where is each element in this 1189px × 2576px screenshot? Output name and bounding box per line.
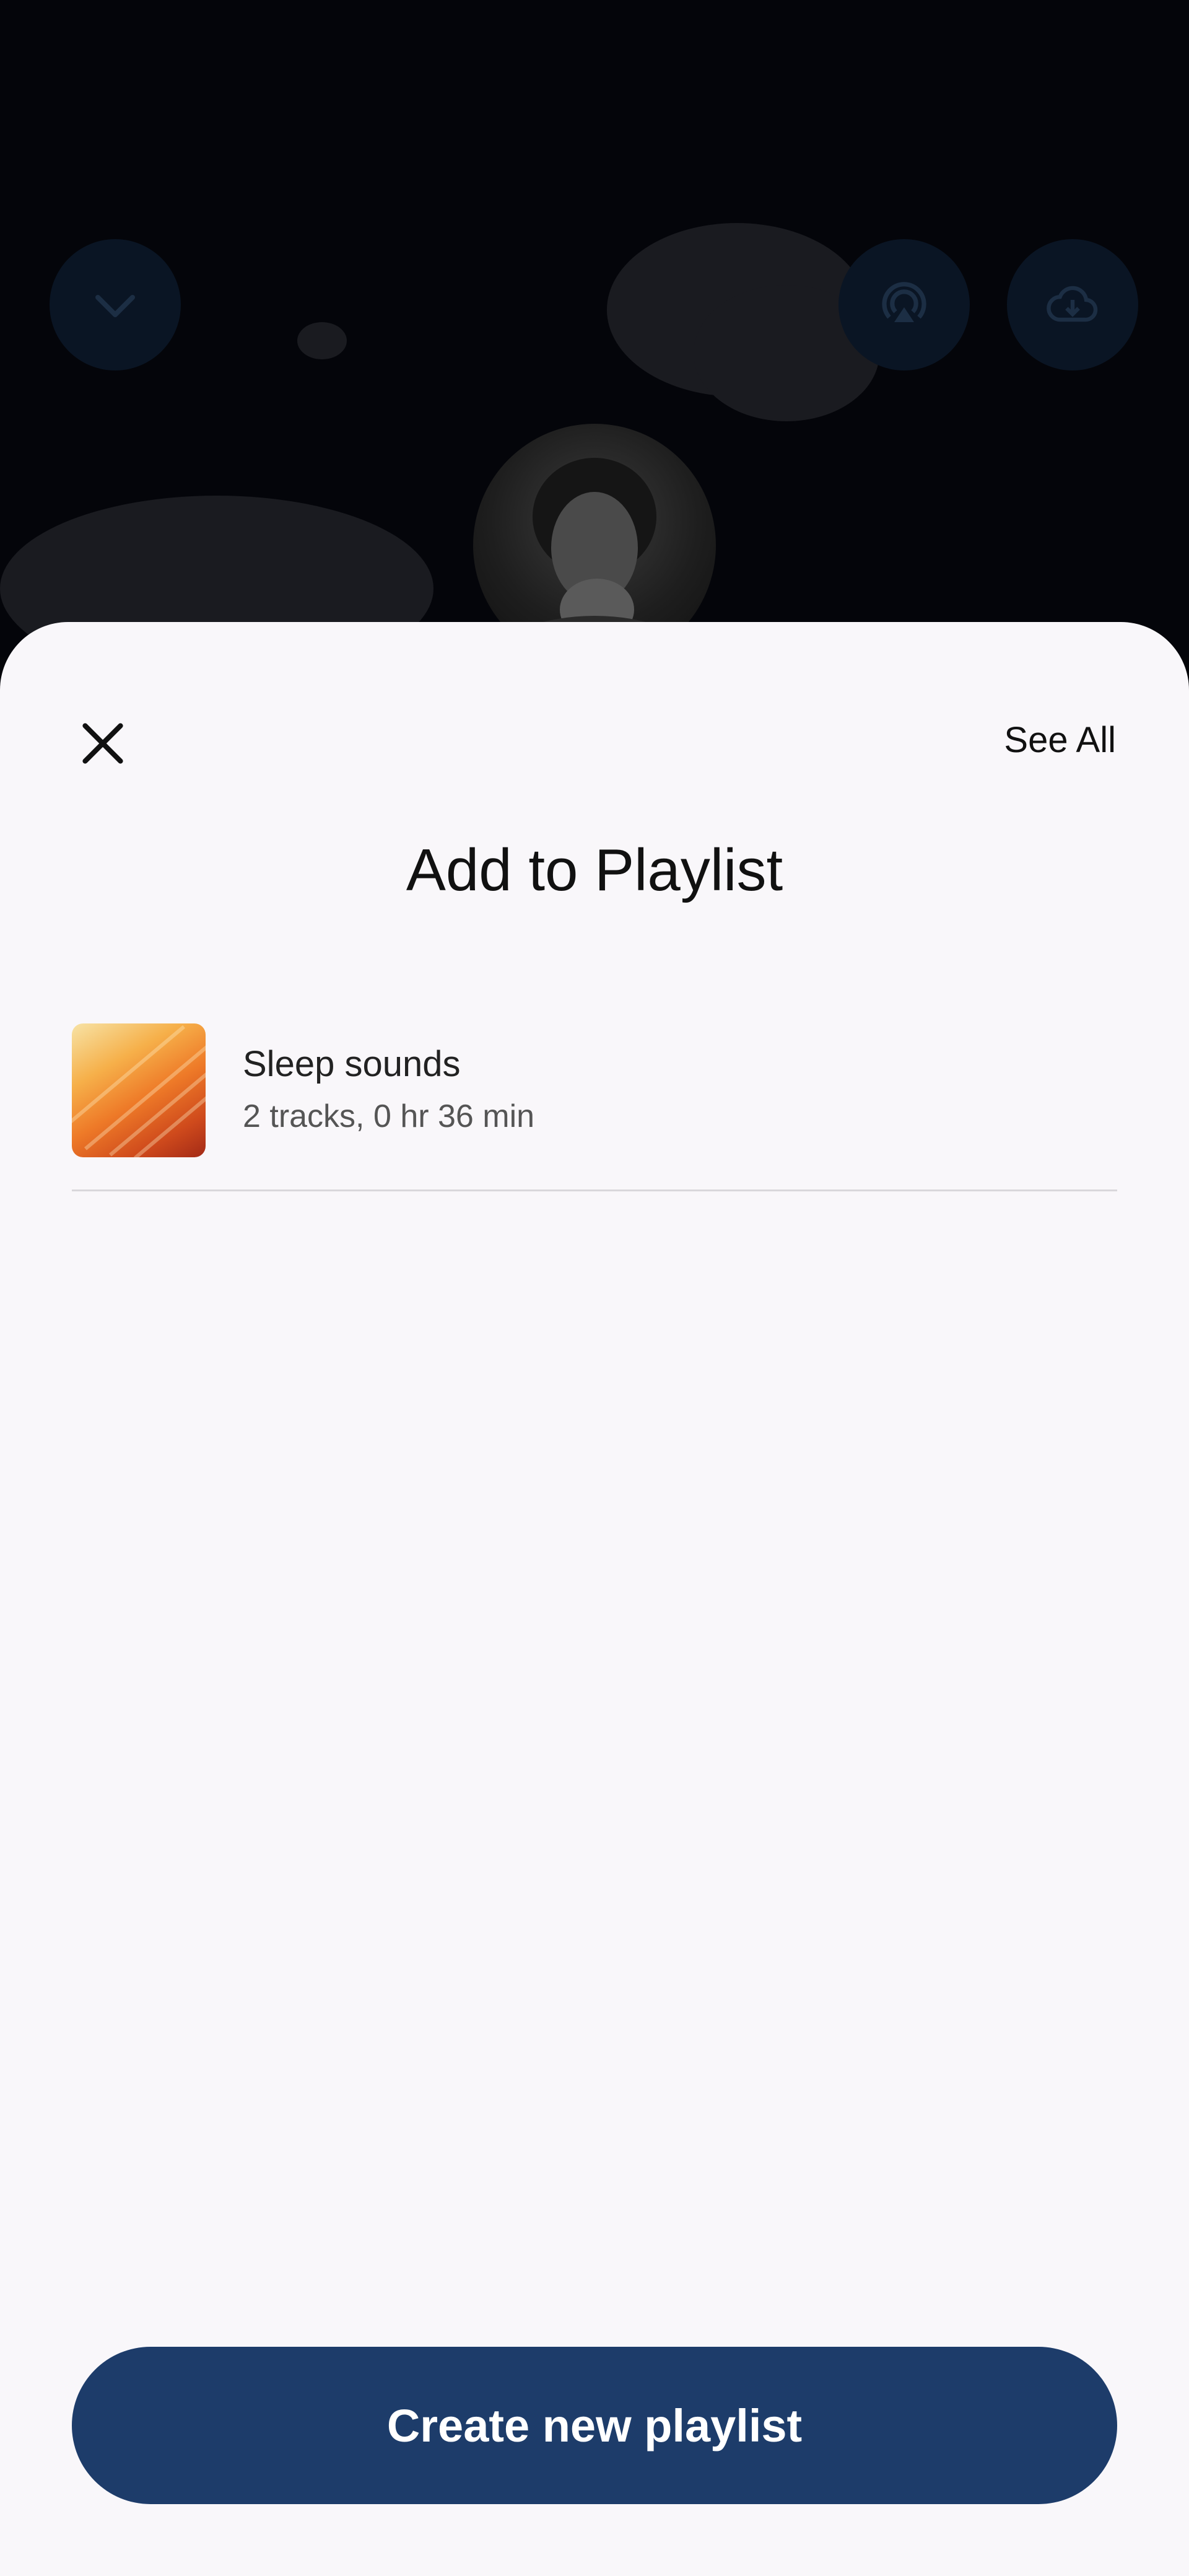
playlist-item[interactable]: Sleep sounds 2 tracks, 0 hr 36 min [72, 1021, 1117, 1191]
collapse-player-button[interactable] [50, 239, 181, 370]
see-all-link[interactable]: See All [1004, 717, 1116, 763]
cloud-download-icon [1047, 286, 1098, 322]
download-button[interactable] [1007, 239, 1138, 370]
chevron-down-icon [95, 295, 135, 317]
playlist-name: Sleep sounds [243, 1044, 461, 1084]
close-button[interactable] [73, 714, 133, 773]
player-background [0, 0, 1189, 657]
cast-button[interactable] [838, 239, 970, 370]
playlist-meta: 2 tracks, 0 hr 36 min [243, 1098, 535, 1134]
add-to-playlist-sheet: See All Add to Playlist Sleep sounds 2 t… [0, 622, 1189, 2576]
close-icon [82, 723, 123, 764]
playlist-thumbnail [72, 1023, 206, 1157]
background-texture [297, 322, 347, 359]
cast-icon [882, 282, 926, 322]
sheet-title: Add to Playlist [406, 837, 783, 903]
create-playlist-button[interactable]: Create new playlist [72, 2347, 1117, 2504]
